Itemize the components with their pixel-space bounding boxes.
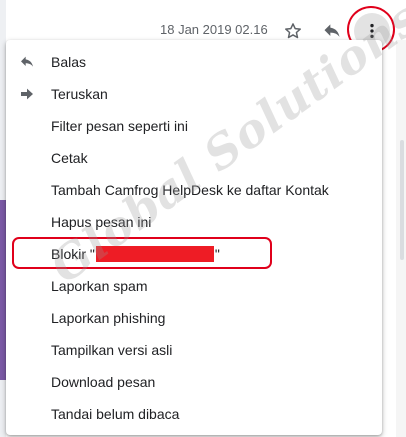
reply-icon: [19, 54, 35, 70]
menu-item-label: Tambah Camfrog HelpDesk ke daftar Kontak: [51, 182, 329, 198]
menu-item-label: Teruskan: [51, 86, 108, 102]
menu-item-download[interactable]: Download pesan: [6, 366, 382, 398]
forward-icon: [19, 86, 35, 102]
star-icon[interactable]: [283, 21, 303, 41]
menu-item-mark-unread[interactable]: Tandai belum dibaca: [6, 398, 382, 430]
scrollbar-thumb[interactable]: [400, 140, 404, 260]
menu-item-delete[interactable]: Hapus pesan ini: [6, 206, 382, 238]
menu-item-label: Balas: [51, 54, 87, 70]
menu-item-show-original[interactable]: Tampilkan versi asli: [6, 334, 382, 366]
menu-item-label: Laporkan phishing: [51, 310, 166, 326]
menu-item-add-contact[interactable]: Tambah Camfrog HelpDesk ke daftar Kontak: [6, 174, 382, 206]
menu-item-label: Laporkan spam: [51, 278, 148, 294]
menu-item-label: Tampilkan versi asli: [51, 342, 173, 358]
menu-item-forward[interactable]: Teruskan: [6, 78, 382, 110]
menu-item-report-spam[interactable]: Laporkan spam: [6, 270, 382, 302]
annotation-box: [12, 237, 272, 269]
menu-item-label: Cetak: [51, 150, 88, 166]
menu-item-label: Filter pesan seperti ini: [51, 118, 188, 134]
menu-item-label: Tandai belum dibaca: [51, 406, 180, 422]
reply-icon[interactable]: [322, 21, 342, 41]
menu-item-report-phishing[interactable]: Laporkan phishing: [6, 302, 382, 334]
menu-item-print[interactable]: Cetak: [6, 142, 382, 174]
message-header: 18 Jan 2019 02.16: [0, 0, 406, 53]
menu-item-filter[interactable]: Filter pesan seperti ini: [6, 110, 382, 142]
menu-item-label: Hapus pesan ini: [51, 214, 152, 230]
message-timestamp: 18 Jan 2019 02.16: [160, 22, 268, 37]
menu-item-reply[interactable]: Balas: [6, 46, 382, 78]
menu-item-label: Download pesan: [51, 374, 156, 390]
scrollbar-track[interactable]: [396, 40, 406, 437]
